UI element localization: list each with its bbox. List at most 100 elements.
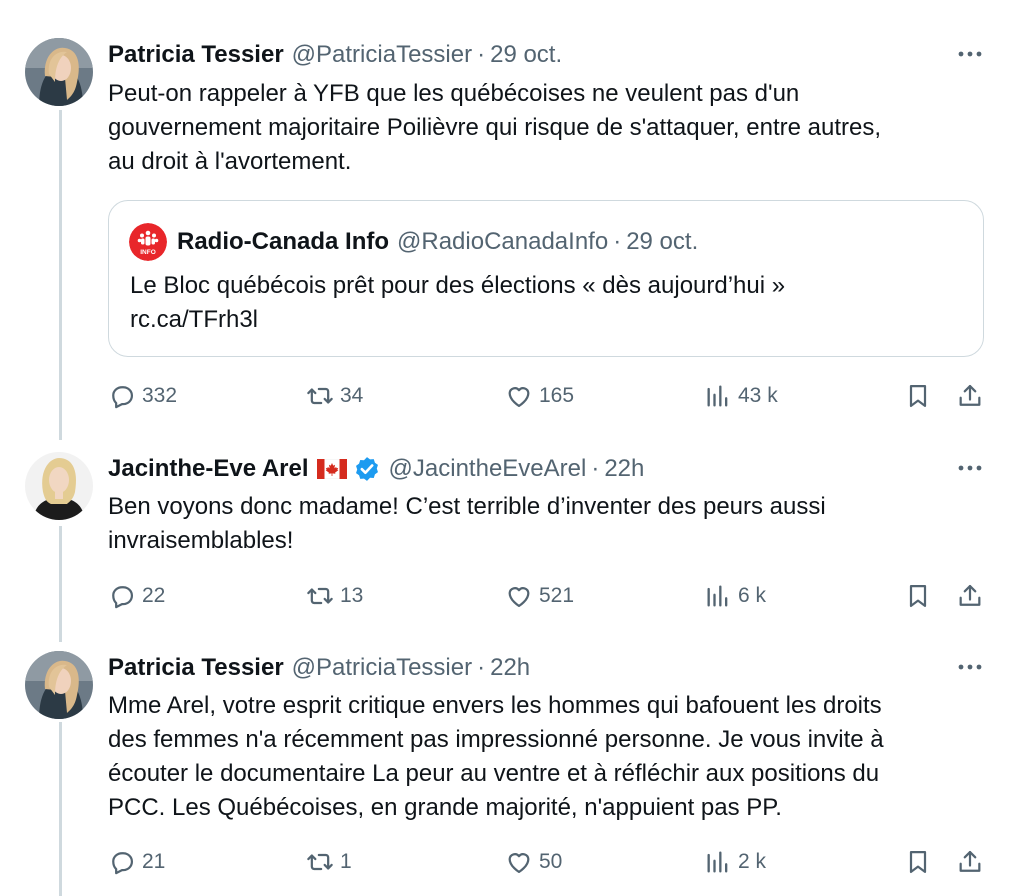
repost-icon [307,853,333,871]
share-icon [959,384,981,406]
repost-icon [307,387,333,405]
views-button[interactable]: 6 k [704,578,766,614]
repost-button[interactable]: 13 [306,578,363,614]
share-icon [959,850,981,872]
tweet-text-line: au droit à l'avortement. [108,148,352,175]
bookmark-icon [909,584,927,608]
reply-button[interactable]: 21 [108,844,165,880]
tweet-header: Patricia Tessier @PatriciaTessier · 29 o… [108,38,562,72]
timestamp[interactable]: 22h [490,654,530,682]
author-name[interactable]: Patricia Tessier [108,654,284,682]
quote-link[interactable]: rc.ca/TFrh3l [130,303,785,337]
avatar[interactable] [25,38,93,106]
author-handle[interactable]: @PatriciaTessier [292,41,472,69]
radio-canada-logo-icon: INFO [129,223,167,261]
canada-flag-icon [316,459,347,479]
views-count: 6 k [738,584,767,607]
repost-count: 1 [340,850,352,873]
like-button[interactable]: 165 [505,378,574,414]
like-count: 50 [539,850,563,873]
reply-button[interactable]: 332 [108,378,177,414]
quote-avatar-label: INFO [140,249,156,256]
repost-count: 13 [340,584,364,607]
like-icon [508,587,530,608]
quote-timestamp: 29 oct. [626,228,699,255]
bookmark-button[interactable] [904,844,932,880]
bookmark-icon [909,384,927,408]
tweet-header: Jacinthe-Eve Arel @JacintheEveArel · 22h [108,452,644,486]
repost-button[interactable]: 1 [306,844,352,880]
author-handle[interactable]: @PatriciaTessier [292,654,472,682]
views-icon [707,585,728,607]
more-icon[interactable] [954,655,986,679]
like-count: 521 [539,584,575,607]
like-button[interactable]: 521 [505,578,574,614]
tweet-text: Ben voyons donc madame! C’est terrible d… [108,490,988,558]
reply-icon [112,386,134,409]
tweet[interactable]: Patricia Tessier @PatriciaTessier · 29 o… [0,38,1018,418]
like-icon [508,853,530,874]
author-name[interactable]: Patricia Tessier [108,41,284,69]
reply-button[interactable]: 22 [108,578,165,614]
reply-count: 22 [142,584,166,607]
tweet-text: Peut-on rappeler à YFB que les québécois… [108,77,988,179]
tweet-text-line: invraisemblables! [108,527,294,554]
separator: · [477,654,486,681]
like-button[interactable]: 50 [505,844,562,880]
separator: · [477,41,486,68]
views-button[interactable]: 43 k [704,378,778,414]
tweet-text-line: écouter le documentaire La peur au ventr… [108,760,880,787]
tweet[interactable]: Patricia Tessier @PatriciaTessier · 22h … [0,651,1018,891]
reply-icon [112,586,134,609]
separator: · [613,228,622,255]
views-icon [707,851,728,873]
repost-count: 34 [340,384,364,407]
views-count: 43 k [738,384,778,407]
bookmark-button[interactable] [904,578,932,614]
quote-text-line: Le Bloc québécois prêt pour des élection… [130,272,786,299]
quote-text: Le Bloc québécois prêt pour des élection… [130,269,785,337]
timestamp[interactable]: 22h [604,455,644,483]
tweet-text-line: PCC. Les Québécoises, en grande majorité… [108,794,782,821]
tweet-text-line: Peut-on rappeler à YFB que les québécois… [108,80,800,107]
repost-icon [307,587,333,605]
share-button[interactable] [956,844,984,880]
author-name[interactable]: Jacinthe-Eve Arel [108,455,309,483]
share-button[interactable] [956,378,984,414]
verified-badge-icon[interactable] [353,455,381,483]
bookmark-icon [909,850,927,874]
like-count: 165 [539,384,575,407]
views-icon [707,385,728,407]
quote-author-handle[interactable]: @RadioCanadaInfo [397,228,608,256]
tweet-text: Mme Arel, votre esprit critique envers l… [108,689,988,825]
bookmark-button[interactable] [904,378,932,414]
tweet-text-line: des femmes n'a récemment pas impressionn… [108,726,884,753]
more-icon[interactable] [954,456,986,480]
tweet-header: Patricia Tessier @PatriciaTessier · 22h [108,651,530,685]
views-count: 2 k [738,850,767,873]
repost-button[interactable]: 34 [306,378,363,414]
timestamp[interactable]: 29 oct. [490,41,562,69]
avatar[interactable] [25,452,93,520]
action-bar: 21 1 50 2 k [108,844,988,880]
more-icon[interactable] [954,42,986,66]
reply-icon [112,852,134,875]
share-button[interactable] [956,578,984,614]
quote-author-name[interactable]: Radio-Canada Info [177,228,389,256]
tweet[interactable]: Jacinthe-Eve Arel @JacintheEveArel · 22h… [0,452,1018,622]
tweet-text-line: Mme Arel, votre esprit critique envers l… [108,692,882,719]
share-icon [959,584,981,606]
reply-count: 332 [142,384,178,407]
separator: · [591,455,600,482]
tweet-text-line: gouvernement majoritaire Poilièvre qui r… [108,114,882,141]
views-button[interactable]: 2 k [704,844,766,880]
quoted-tweet[interactable]: INFO Radio-Canada Info @RadioCanadaInfo … [108,200,984,357]
action-bar: 22 13 521 6 k [108,578,988,614]
reply-count: 21 [142,850,166,873]
action-bar: 332 34 165 43 k [108,378,988,414]
tweet-text-line: Ben voyons donc madame! C’est terrible d… [108,493,826,520]
author-handle[interactable]: @JacintheEveArel [389,455,587,483]
quote-header: INFO Radio-Canada Info @RadioCanadaInfo … [129,223,698,261]
like-icon [508,387,530,408]
avatar[interactable] [25,651,93,719]
